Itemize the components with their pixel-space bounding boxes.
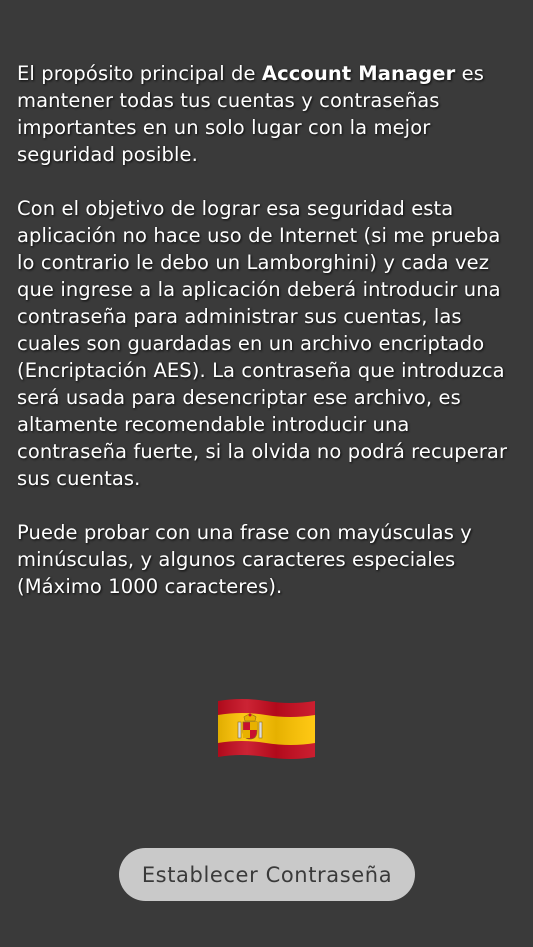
intro-text: El propósito principal de Account Manage… <box>17 60 517 627</box>
intro-paragraph-2: Con el objetivo de lograr esa seguridad … <box>17 197 508 490</box>
intro-paragraph-1: El propósito principal de Account Manage… <box>17 60 517 168</box>
intro-paragraph-3: Puede probar con una frase con mayúscula… <box>17 521 472 598</box>
app-name: Account Manager <box>261 62 456 85</box>
set-password-button[interactable]: Establecer Contraseña <box>119 848 415 901</box>
intro-p1-lead: El propósito principal de <box>17 62 262 85</box>
spain-flag-icon[interactable] <box>218 698 315 760</box>
